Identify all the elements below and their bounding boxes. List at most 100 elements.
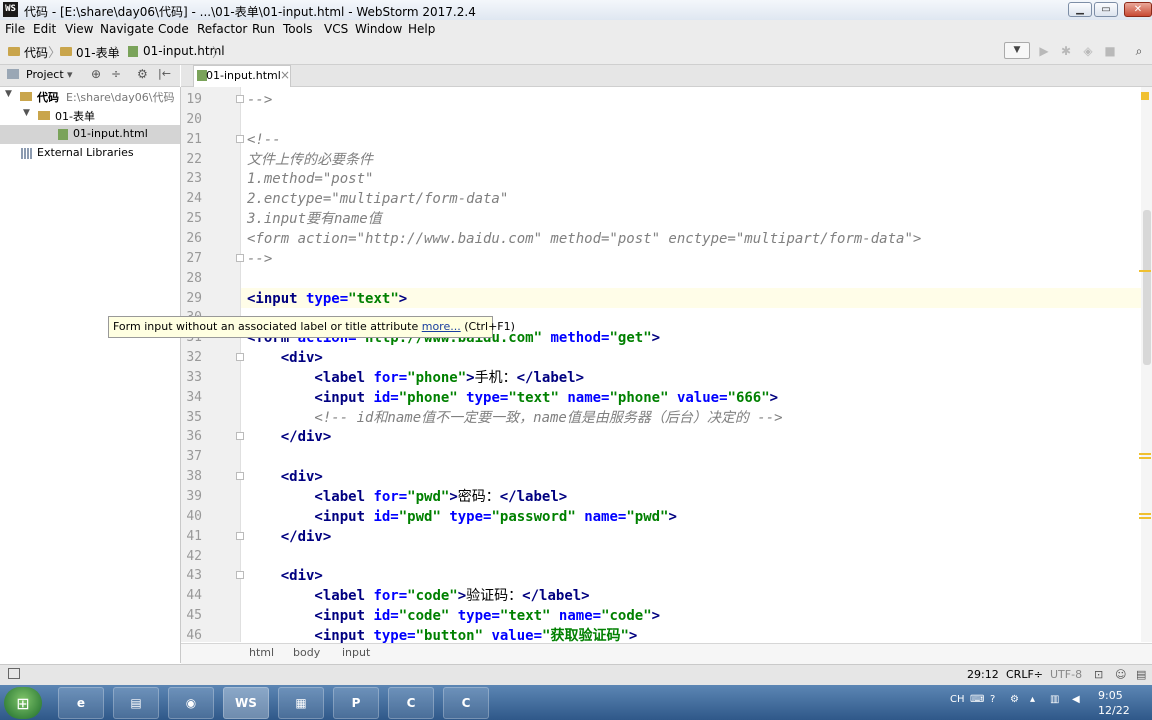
debug-icon[interactable]: ✱ — [1059, 44, 1073, 58]
fold-marker-icon[interactable] — [236, 571, 244, 579]
taskbar-ie-icon[interactable]: e — [58, 687, 104, 719]
fold-marker-icon[interactable] — [236, 353, 244, 361]
hide-panel-icon[interactable]: |← — [158, 67, 171, 80]
close-button[interactable]: ✕ — [1124, 2, 1152, 17]
tab-close-icon[interactable]: × — [280, 68, 290, 82]
warning-marker[interactable] — [1139, 517, 1151, 519]
menu-file[interactable]: File — [5, 22, 25, 36]
tree-item-file-selected[interactable]: 01-input.html — [0, 125, 180, 144]
file-encoding[interactable]: UTF-8 — [1050, 668, 1082, 681]
menu-tools[interactable]: Tools — [283, 22, 313, 36]
tool-windows-icon[interactable] — [8, 668, 20, 679]
code-line[interactable]: <form action="http://www.baidu.com" meth… — [247, 229, 921, 249]
code-line[interactable]: 3.input要有name值 — [247, 209, 382, 229]
collapse-all-icon[interactable]: ÷ — [111, 67, 121, 81]
coverage-icon[interactable]: ◈ — [1081, 44, 1095, 58]
breadcrumb-html[interactable]: html — [249, 646, 274, 659]
run-config-dropdown[interactable]: ▼ — [1004, 42, 1030, 59]
clock-date[interactable]: 12/22 — [1098, 704, 1130, 717]
network-icon[interactable]: ▥ — [1050, 694, 1059, 705]
menu-window[interactable]: Window — [355, 22, 402, 36]
menu-vcs[interactable]: VCS — [324, 22, 348, 36]
tray-expand-icon[interactable]: ▴ — [1030, 694, 1035, 705]
menu-edit[interactable]: Edit — [33, 22, 56, 36]
code-line[interactable]: <label for="phone">手机：</label> — [247, 368, 584, 388]
help-icon[interactable]: ? — [990, 694, 995, 705]
line-separator[interactable]: CRLF÷ — [1006, 668, 1043, 681]
code-line[interactable]: <label for="code">验证码：</label> — [247, 586, 589, 606]
settings-icon[interactable]: ⚙ — [1010, 694, 1019, 705]
code-editor[interactable] — [241, 87, 1141, 642]
code-line[interactable]: --> — [247, 90, 272, 110]
caret-position[interactable]: 29:12 — [967, 668, 999, 681]
code-line[interactable]: <div> — [247, 467, 323, 487]
search-icon[interactable]: ⌕ — [1132, 44, 1146, 58]
menu-view[interactable]: View — [65, 22, 93, 36]
warning-marker[interactable] — [1139, 513, 1151, 515]
inspector-icon[interactable]: ☺ — [1115, 668, 1126, 681]
scrollbar-thumb[interactable] — [1143, 210, 1151, 365]
code-line[interactable]: <input id="phone" type="text" name="phon… — [247, 388, 778, 408]
breadcrumb-input[interactable]: input — [342, 646, 370, 659]
expand-arrow-icon[interactable]: ▼ — [23, 108, 30, 118]
fold-marker-icon[interactable] — [236, 532, 244, 540]
code-line[interactable]: <label for="pwd">密码：</label> — [247, 487, 567, 507]
keyboard-icon[interactable]: ⌨ — [970, 694, 984, 705]
menu-help[interactable]: Help — [408, 22, 435, 36]
project-panel-title[interactable]: Project — [26, 68, 64, 81]
inspection-status-icon[interactable] — [1141, 92, 1149, 100]
event-log-icon[interactable]: ▤ — [1136, 668, 1146, 681]
lock-icon[interactable]: ⊡ — [1094, 668, 1103, 681]
code-line[interactable]: <input id="pwd" type="password" name="pw… — [247, 507, 677, 527]
nav-crumb-project[interactable]: 代码 — [24, 44, 48, 61]
taskbar-powerpoint-icon[interactable]: P — [333, 687, 379, 719]
warning-marker[interactable] — [1139, 453, 1151, 455]
code-line[interactable]: 2.enctype="multipart/form-data" — [247, 189, 508, 209]
clock-time[interactable]: 9:05 — [1098, 689, 1123, 702]
warning-marker[interactable] — [1139, 457, 1151, 459]
code-line[interactable]: </div> — [247, 427, 332, 447]
fold-marker-icon[interactable] — [236, 432, 244, 440]
taskbar-explorer-icon[interactable]: ▤ — [113, 687, 159, 719]
scroll-from-source-icon[interactable]: ⊕ — [91, 67, 101, 81]
volume-icon[interactable]: ◀ — [1072, 694, 1080, 705]
tree-item-folder[interactable]: ▼ 01-表单 — [0, 106, 180, 125]
tree-item-external-libraries[interactable]: External Libraries — [0, 144, 180, 163]
code-line[interactable]: <div> — [247, 566, 323, 586]
stop-icon[interactable]: ■ — [1103, 44, 1117, 58]
code-line[interactable]: 1.method="post" — [247, 169, 373, 189]
code-line[interactable]: 文件上传的必要条件 — [247, 150, 373, 170]
tree-item-project-root[interactable]: ▼ 代码 E:\share\day06\代码 — [0, 87, 180, 106]
warning-marker[interactable] — [1139, 270, 1151, 272]
fold-marker-icon[interactable] — [236, 254, 244, 262]
menu-run[interactable]: Run — [252, 22, 275, 36]
fold-marker-icon[interactable] — [236, 95, 244, 103]
breadcrumb-body[interactable]: body — [293, 646, 320, 659]
maximize-button[interactable]: ▭ — [1094, 2, 1118, 17]
code-line[interactable]: --> — [247, 249, 272, 269]
tooltip-more-link[interactable]: more... — [422, 320, 461, 333]
expand-arrow-icon[interactable]: ▼ — [5, 89, 12, 99]
gear-icon[interactable]: ⚙ — [137, 67, 148, 81]
code-token: "text" — [348, 290, 399, 307]
code-line[interactable]: <!-- id和name值不一定要一致，name值是由服务器（后台）决定的 --… — [247, 408, 782, 428]
fold-marker-icon[interactable] — [236, 472, 244, 480]
taskbar-notepad-icon[interactable]: ▦ — [278, 687, 324, 719]
code-line[interactable]: </div> — [247, 527, 332, 547]
menu-refactor[interactable]: Refactor — [197, 22, 247, 36]
code-line[interactable]: <!-- — [247, 130, 281, 150]
taskbar-camtasia-green-icon[interactable]: C — [388, 687, 434, 719]
taskbar-webstorm-icon[interactable]: WS — [223, 687, 269, 719]
code-line[interactable]: <div> — [247, 348, 323, 368]
code-line[interactable]: <input type="text"> — [247, 289, 407, 309]
menu-navigate[interactable]: Navigate — [100, 22, 154, 36]
run-icon[interactable]: ▶ — [1037, 44, 1051, 58]
menu-code[interactable]: Code — [158, 22, 189, 36]
taskbar-chrome-icon[interactable]: ◉ — [168, 687, 214, 719]
fold-marker-icon[interactable] — [236, 135, 244, 143]
minimize-button[interactable]: ▁ — [1068, 2, 1092, 17]
taskbar-camtasia-red-icon[interactable]: C — [443, 687, 489, 719]
code-line[interactable]: <input id="code" type="text" name="code"… — [247, 606, 660, 626]
input-language-indicator[interactable]: CH — [950, 694, 965, 705]
project-view-dropdown-icon[interactable]: ▾ — [67, 68, 73, 81]
